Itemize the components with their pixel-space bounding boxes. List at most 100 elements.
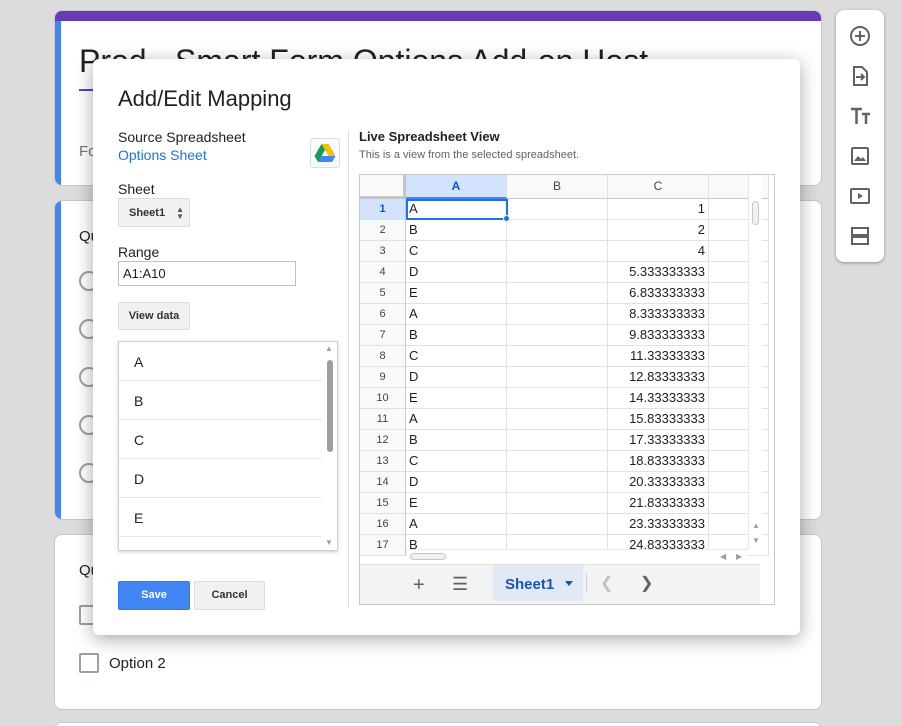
chevron-left-icon[interactable]: ❮ (600, 573, 613, 593)
cell-a[interactable]: B (406, 325, 507, 346)
cell-a[interactable]: C (406, 346, 507, 367)
horizontal-scrollbar[interactable]: ◀ ▶ (406, 549, 748, 563)
vertical-scroll-thumb[interactable] (752, 201, 759, 225)
list-item[interactable]: D (119, 459, 322, 498)
add-video-icon[interactable] (848, 184, 872, 208)
cell-a[interactable]: E (406, 493, 507, 514)
cell-c[interactable]: 18.83333333 (608, 451, 709, 472)
scroll-left-icon[interactable]: ◀ (720, 552, 726, 561)
cell-a[interactable]: D (406, 472, 507, 493)
fill-handle[interactable] (503, 215, 510, 222)
cell-a[interactable]: C (406, 241, 507, 262)
cell-b[interactable] (507, 325, 608, 346)
cell-b[interactable] (507, 199, 608, 220)
cell-c[interactable]: 15.83333333 (608, 409, 709, 430)
cell-c[interactable]: 9.833333333 (608, 325, 709, 346)
add-section-icon[interactable] (848, 224, 872, 248)
row-header[interactable]: 4 (360, 262, 406, 283)
cell-b[interactable] (507, 430, 608, 451)
horizontal-scroll-thumb[interactable] (410, 553, 446, 560)
import-questions-icon[interactable] (848, 64, 872, 88)
cell-a[interactable]: A (406, 514, 507, 535)
cell-b[interactable] (507, 346, 608, 367)
sheet-tab-active[interactable]: Sheet1 (493, 565, 583, 601)
checkbox-option-2[interactable] (79, 653, 99, 673)
cell-b[interactable] (507, 283, 608, 304)
data-preview-list[interactable]: A B C D E ▲ ▼ (118, 341, 338, 551)
row-header[interactable]: 1 (360, 199, 406, 220)
cancel-button[interactable]: Cancel (194, 581, 265, 610)
cell-a[interactable]: D (406, 367, 507, 388)
cell-c[interactable]: 12.83333333 (608, 367, 709, 388)
cell-a[interactable]: C (406, 451, 507, 472)
list-scrollbar[interactable]: ▲ ▼ (321, 342, 337, 550)
cell-c[interactable]: 5.333333333 (608, 262, 709, 283)
row-header[interactable]: 7 (360, 325, 406, 346)
source-spreadsheet-link[interactable]: Options Sheet (118, 147, 207, 163)
cell-b[interactable] (507, 262, 608, 283)
cell-a[interactable]: D (406, 262, 507, 283)
google-drive-picker-button[interactable] (310, 138, 340, 168)
scroll-right-icon[interactable]: ▶ (736, 552, 742, 561)
cell-c[interactable]: 14.33333333 (608, 388, 709, 409)
scroll-down-icon[interactable]: ▼ (325, 538, 333, 547)
cell-b[interactable] (507, 409, 608, 430)
add-sheet-icon[interactable]: + (413, 574, 425, 597)
cell-c[interactable]: 2 (608, 220, 709, 241)
cell-c[interactable]: 4 (608, 241, 709, 262)
list-item[interactable]: B (119, 381, 322, 420)
column-header-b[interactable]: B (507, 175, 608, 199)
cell-c[interactable]: 20.33333333 (608, 472, 709, 493)
row-header[interactable]: 11 (360, 409, 406, 430)
scroll-up-icon[interactable]: ▲ (752, 521, 760, 530)
cell-c[interactable]: 11.33333333 (608, 346, 709, 367)
cell-b[interactable] (507, 472, 608, 493)
save-button[interactable]: Save (118, 581, 190, 610)
sheet-select[interactable]: Sheet1 ▲ ▼ (118, 198, 190, 227)
cell-c[interactable]: 1 (608, 199, 709, 220)
cell-b[interactable] (507, 304, 608, 325)
cell-b[interactable] (507, 220, 608, 241)
row-header[interactable]: 3 (360, 241, 406, 262)
list-scroll-thumb[interactable] (327, 360, 333, 452)
cell-c[interactable]: 6.833333333 (608, 283, 709, 304)
all-sheets-menu-icon[interactable]: ☰ (452, 574, 468, 595)
cell-a[interactable]: A (406, 304, 507, 325)
cell-c[interactable]: 17.33333333 (608, 430, 709, 451)
row-header[interactable]: 16 (360, 514, 406, 535)
cell-c[interactable]: 21.83333333 (608, 493, 709, 514)
row-header[interactable]: 14 (360, 472, 406, 493)
column-header-a[interactable]: A (406, 175, 507, 199)
cell-a[interactable]: E (406, 388, 507, 409)
row-header[interactable]: 13 (360, 451, 406, 472)
cell-b[interactable] (507, 451, 608, 472)
cell-b[interactable] (507, 514, 608, 535)
row-header[interactable]: 10 (360, 388, 406, 409)
cell-b[interactable] (507, 388, 608, 409)
row-header[interactable]: 6 (360, 304, 406, 325)
vertical-scrollbar[interactable]: ▲ ▼ (748, 175, 762, 549)
select-all-corner[interactable] (360, 175, 406, 199)
cell-b[interactable] (507, 493, 608, 514)
cell-b[interactable] (507, 241, 608, 262)
add-question-icon[interactable] (848, 24, 872, 48)
cell-c[interactable]: 23.33333333 (608, 514, 709, 535)
row-header[interactable]: 17 (360, 535, 406, 556)
add-image-icon[interactable] (848, 144, 872, 168)
row-header[interactable]: 8 (360, 346, 406, 367)
add-title-icon[interactable] (848, 104, 872, 128)
cell-a[interactable]: B (406, 430, 507, 451)
row-header[interactable]: 5 (360, 283, 406, 304)
view-data-button[interactable]: View data (118, 302, 190, 330)
row-header[interactable]: 12 (360, 430, 406, 451)
chevron-right-icon[interactable]: ❯ (640, 573, 653, 593)
list-item[interactable]: C (119, 420, 322, 459)
cell-a[interactable]: E (406, 283, 507, 304)
spreadsheet-embed[interactable]: A B C 1 A 1 2 B 2 3 C 4 4 D 5.333333333 5 E 6.83333333… (359, 174, 775, 605)
list-item[interactable]: A (119, 342, 322, 381)
cell-c[interactable]: 8.333333333 (608, 304, 709, 325)
cell-a[interactable]: A (406, 409, 507, 430)
row-header[interactable]: 2 (360, 220, 406, 241)
cell-a[interactable]: B (406, 220, 507, 241)
scroll-up-icon[interactable]: ▲ (325, 344, 333, 353)
